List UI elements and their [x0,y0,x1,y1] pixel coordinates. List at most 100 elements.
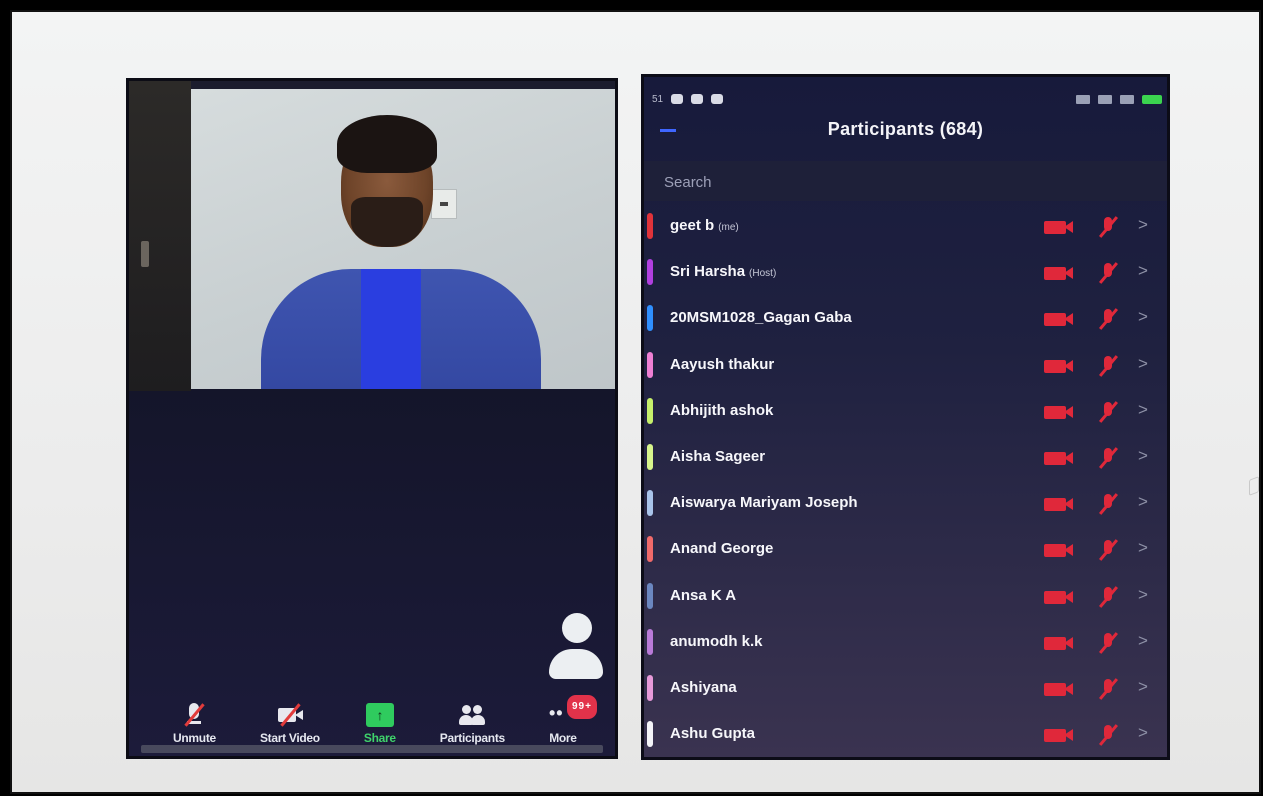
mic-muted-icon [1096,677,1120,701]
video-off-icon [1044,636,1074,650]
video-off-icon [1044,266,1074,281]
video-off-icon [1044,312,1074,327]
search-input[interactable] [664,169,1124,195]
unmute-label: Unmute [173,731,216,745]
status-bar-number: 51 [652,93,664,105]
participant-color-marker [647,721,653,748]
participants-button[interactable]: Participants [440,703,505,745]
video-off-icon [1044,682,1074,696]
mic-muted-icon [1096,538,1120,562]
status-icon [711,94,724,104]
participant-row[interactable]: Aisha Sageer > [644,434,1167,480]
video-off-icon [1044,359,1074,373]
participant-row[interactable]: 20MSM1028_Gagan Gaba > [644,295,1167,341]
participants-label: Participants [439,731,505,745]
participant-row[interactable]: geet b (me) > [644,203,1167,249]
participant-name: Abhijith ashok [670,401,774,419]
page-title: Participants (684) [827,119,984,139]
participant-name: Ashiyana [670,678,737,696]
mic-muted-icon [1096,261,1120,285]
background-door [129,81,191,391]
start-video-button[interactable]: Start Video [260,703,320,745]
chevron-right-icon[interactable]: > [1138,492,1148,512]
video-off-icon [1044,497,1074,512]
meeting-screen: Unmute Start Video ↑ Share Participants … [126,78,618,759]
status-icon [691,94,704,104]
participant-tag: (me) [718,222,739,233]
participant-row[interactable]: Ashiyana > [644,665,1167,711]
search-bar [644,161,1167,201]
chevron-right-icon[interactable]: > [1138,400,1148,420]
video-off-icon [1044,451,1074,465]
chevron-right-icon[interactable]: > [1138,723,1148,743]
participant-name: geet b (me) [670,217,739,234]
meeting-toolbar: Unmute Start Video ↑ Share Participants … [129,683,615,751]
start-video-label: Start Video [259,731,320,745]
participant-tag: (Host) [749,268,777,280]
mic-muted-icon [1096,215,1120,239]
chevron-right-icon[interactable]: > [1138,585,1148,605]
participant-row[interactable]: Ashu Gupta > [644,711,1167,757]
wifi-icon [1076,94,1090,104]
participant-color-marker [647,351,653,378]
participants-screen: 51 Participants (684) geet b(me)>Sri Har… [641,74,1170,760]
more-label: More [549,731,577,745]
mic-muted-icon [1096,585,1120,609]
participant-row[interactable]: Anand George > [644,526,1167,572]
mic-muted-icon [1096,400,1120,424]
navigation-bar [141,745,603,753]
signal-icon [1120,94,1134,104]
chevron-right-icon[interactable]: > [1138,677,1148,697]
participant-color-marker [647,674,653,701]
participant-row[interactable]: Aiswarya Mariyam Joseph > [644,480,1167,526]
participant-color-marker [647,536,653,563]
chevron-right-icon[interactable]: > [1138,261,1148,281]
more-icon: •• 99+ [549,695,597,727]
participant-name: Aayush thakur [670,355,775,373]
mic-muted-icon [1096,492,1120,516]
participant-color-marker [647,628,653,655]
video-off-icon [1044,543,1074,558]
door-handle [141,241,149,267]
participant-name: Ansa K A [670,586,737,604]
participant-color-marker [647,213,653,239]
share-label: Share [363,731,396,745]
video-off-icon [1044,728,1074,743]
mic-muted-icon [1096,446,1120,470]
unmute-button[interactable]: Unmute [173,703,216,745]
speaker-beard [351,197,423,247]
chevron-right-icon[interactable]: > [1138,538,1148,558]
share-button[interactable]: ↑ Share [364,703,396,745]
share-screen-icon: ↑ [365,703,394,727]
mic-muted-icon [1096,723,1120,747]
participant-row[interactable]: Abhijith ashok > [644,388,1167,434]
video-off-icon [1044,405,1074,419]
chevron-right-icon[interactable]: > [1138,307,1148,327]
participant-row[interactable]: Aayush thakur > [644,342,1167,388]
more-button[interactable]: •• 99+ More [549,695,597,745]
mic-muted-icon [1096,631,1120,655]
participant-color-marker [647,397,653,424]
participant-name: Anand George [670,540,774,558]
chevron-right-icon[interactable]: > [1138,354,1148,374]
chevron-right-icon[interactable]: > [1138,446,1148,466]
participant-name: Ashu Gupta [670,725,755,743]
signal-icon [1098,94,1112,104]
participant-row[interactable]: Ansa K A > [644,573,1167,619]
battery-icon [1142,94,1162,104]
participant-row[interactable]: Sri Harsha (Host) > [644,249,1167,295]
status-icon [671,94,684,104]
participant-name: 20MSM1028_Gagan Gaba [670,309,852,327]
participant-name: Aiswarya Mariyam Joseph [670,494,858,512]
active-speaker-video[interactable] [191,89,615,389]
participant-row[interactable]: anumodh k.k > [644,619,1167,665]
participants-icon [458,703,486,727]
chevron-right-icon[interactable]: > [1138,215,1148,235]
participant-name: Sri Harsha (Host) [670,263,777,281]
participant-name: Aisha Sageer [670,447,766,465]
mic-muted-icon [180,703,208,727]
phone-status-bar: 51 [652,91,1162,107]
chevron-right-icon[interactable]: > [1138,631,1148,651]
video-off-icon [276,703,304,727]
self-avatar-icon[interactable] [547,613,605,685]
